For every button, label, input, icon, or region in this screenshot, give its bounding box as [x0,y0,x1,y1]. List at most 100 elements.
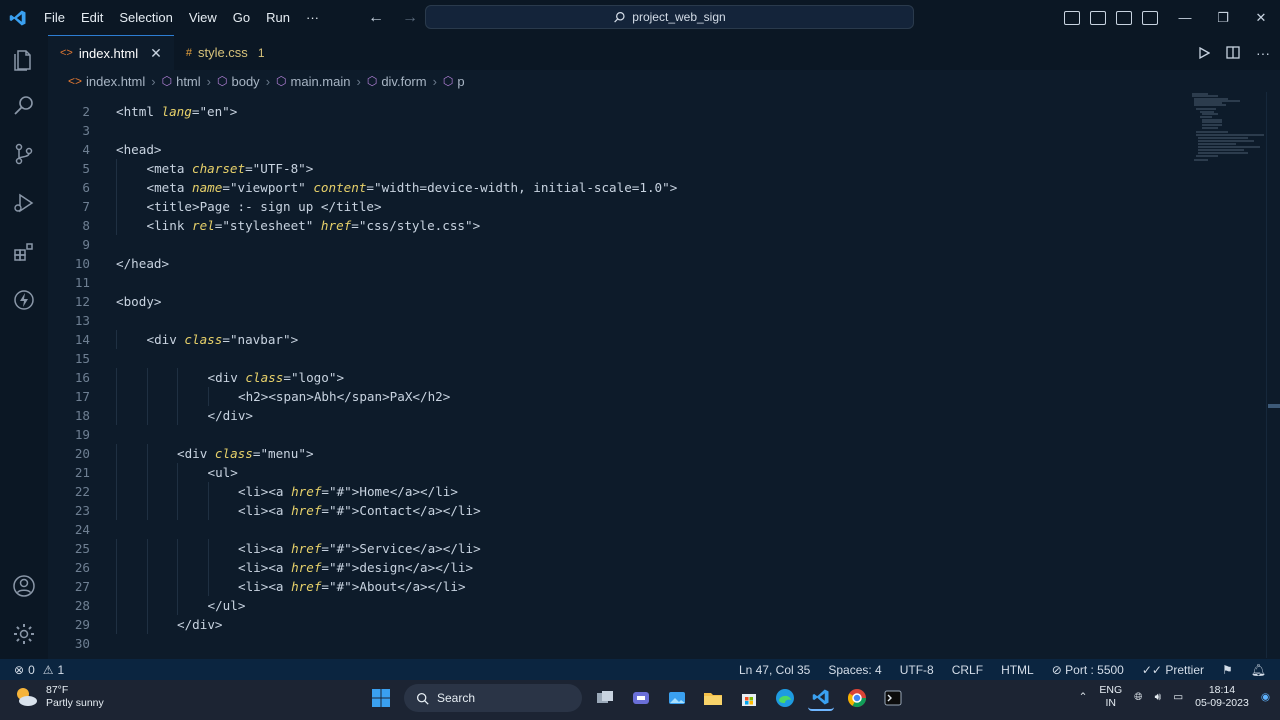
language-mode[interactable]: HTML [1001,663,1034,677]
minimap[interactable] [1188,92,1266,658]
prettier-status[interactable]: ✓✓ Prettier [1142,663,1204,677]
explorer-files-icon[interactable] [12,48,36,72]
code-line: 15 [48,349,1188,368]
line-number: 16 [74,370,90,385]
indentation[interactable]: Spaces: 4 [828,663,881,677]
notifications-bell-icon[interactable]: 🔔︎ [1251,663,1266,677]
line-number: 10 [74,256,90,271]
warning-icon: ⚠ [42,662,54,677]
indent-guide [116,197,117,216]
tab-style-css[interactable]: # style.css 1 [174,35,277,70]
edge-browser-icon[interactable] [772,685,798,711]
customize-layout-icon[interactable] [1142,10,1158,25]
cursor-position[interactable]: Ln 47, Col 35 [739,663,810,677]
extensions-icon[interactable] [12,240,36,264]
menu-edit[interactable]: Edit [73,0,111,35]
more-actions-icon[interactable]: ··· [1256,45,1270,61]
code-line: 26 <li><a href="#">design</a></li> [48,558,1188,577]
terminal-app-icon[interactable] [880,685,906,711]
taskbar-search[interactable]: Search [404,684,582,712]
show-hidden-icons-chevron-icon[interactable]: ⌃ [1079,691,1088,703]
toggle-panel-icon[interactable] [1090,10,1106,25]
tab-label: index.html [78,45,139,61]
teams-chat-icon[interactable] [628,685,654,711]
run-and-debug-icon[interactable] [12,191,36,215]
code-editor[interactable]: 2 <html lang="en"> 3 4 <head> 5 <meta charset=… [48,92,1188,658]
code-line: 3 [48,121,1188,140]
restore-icon[interactable]: ❐ [1204,0,1242,35]
code-text: <h2><span>Abh</span>PaX</h2> [238,387,450,406]
breadcrumb-div-form[interactable]: ⬡ div.form [367,74,427,89]
live-share-icon[interactable] [12,288,36,312]
line-number: 24 [74,522,90,537]
breadcrumb-p[interactable]: ⬡ p [443,74,465,89]
element-icon: ⬡ [276,74,287,88]
code-text: <head> [116,140,162,159]
end-of-line[interactable]: CRLF [952,663,983,677]
tab-index-html[interactable]: <> index.html ✕ [48,35,174,70]
live-server-port[interactable]: ⊘ Port : 5500 [1052,663,1124,677]
menu-go[interactable]: Go [225,0,258,35]
code-token: > [472,218,481,233]
line-number: 8 [82,218,90,233]
file-encoding[interactable]: UTF-8 [900,663,934,677]
code-line: 22 <li><a href="#">Home</a></li> [48,482,1188,501]
run-play-icon[interactable] [1198,46,1210,59]
chrome-browser-icon[interactable] [844,685,870,711]
breadcrumb-file[interactable]: <> index.html [68,74,145,89]
close-window-icon[interactable]: ✕ [1242,0,1280,35]
accounts-icon[interactable] [12,574,36,598]
settings-gear-icon[interactable] [12,622,36,646]
search-sidebar-icon[interactable] [12,93,36,117]
battery-icon[interactable]: ▭ [1173,691,1183,703]
scrollbar-thumb[interactable] [1268,404,1280,408]
breadcrumb-body[interactable]: ⬡ body [217,74,260,89]
source-control-icon[interactable] [12,142,36,166]
code-token: = [245,161,253,176]
indent-guide [146,539,148,558]
close-tab-icon[interactable]: ✕ [150,45,162,62]
line-number: 14 [74,332,90,347]
forward-arrow-icon[interactable]: → [400,9,420,27]
code-token: = [222,180,230,195]
volume-icon[interactable]: 🔊︎ [1155,691,1162,704]
copilot-icon[interactable]: ◉ [1261,691,1270,703]
file-explorer-icon[interactable] [700,685,726,711]
windows-start-icon[interactable] [368,685,394,711]
line-number: 13 [74,313,90,328]
line-number: 12 [74,294,90,309]
feedback-icon[interactable]: ⚑ [1222,663,1233,677]
menu-file[interactable]: File [36,0,73,35]
indent-guide [177,387,178,406]
menu-more[interactable]: ··· [298,0,327,35]
split-editor-icon[interactable] [1226,46,1240,59]
problems-indicator[interactable]: ⊗ 0 ⚠ 1 [0,663,64,677]
indent-guide [116,501,117,520]
indent-guide [116,444,117,463]
code-text: <body> [116,292,162,311]
menu-view[interactable]: View [181,0,225,35]
microsoft-store-icon[interactable] [736,685,762,711]
command-center-search[interactable]: project_web_sign [425,5,914,29]
breadcrumb-html[interactable]: ⬡ html [162,74,201,89]
toggle-primary-sidebar-icon[interactable] [1064,10,1080,25]
menu-run[interactable]: Run [258,0,298,35]
photos-app-icon[interactable] [664,685,690,711]
line-number: 27 [74,579,90,594]
toggle-secondary-sidebar-icon[interactable] [1116,10,1132,25]
weather-widget[interactable]: 87°F Partly sunny [14,684,104,710]
code-token: > [669,180,678,195]
vertical-scrollbar[interactable] [1266,92,1280,658]
network-globe-icon[interactable]: 🌐︎ [1134,691,1142,704]
code-text: <meta charset="UTF-8"> [147,159,314,178]
warning-count: 1 [57,662,65,677]
clock[interactable]: 18:14 05-09-2023 [1195,684,1249,710]
minimize-icon[interactable]: — [1166,0,1204,35]
code-token: href [320,218,352,233]
vscode-taskbar-icon[interactable] [808,685,834,711]
menu-selection[interactable]: Selection [111,0,180,35]
back-arrow-icon[interactable]: ← [366,9,386,27]
input-language[interactable]: ENG IN [1099,684,1122,710]
breadcrumb-main[interactable]: ⬡ main.main [276,74,350,89]
task-view-icon[interactable] [592,685,618,711]
